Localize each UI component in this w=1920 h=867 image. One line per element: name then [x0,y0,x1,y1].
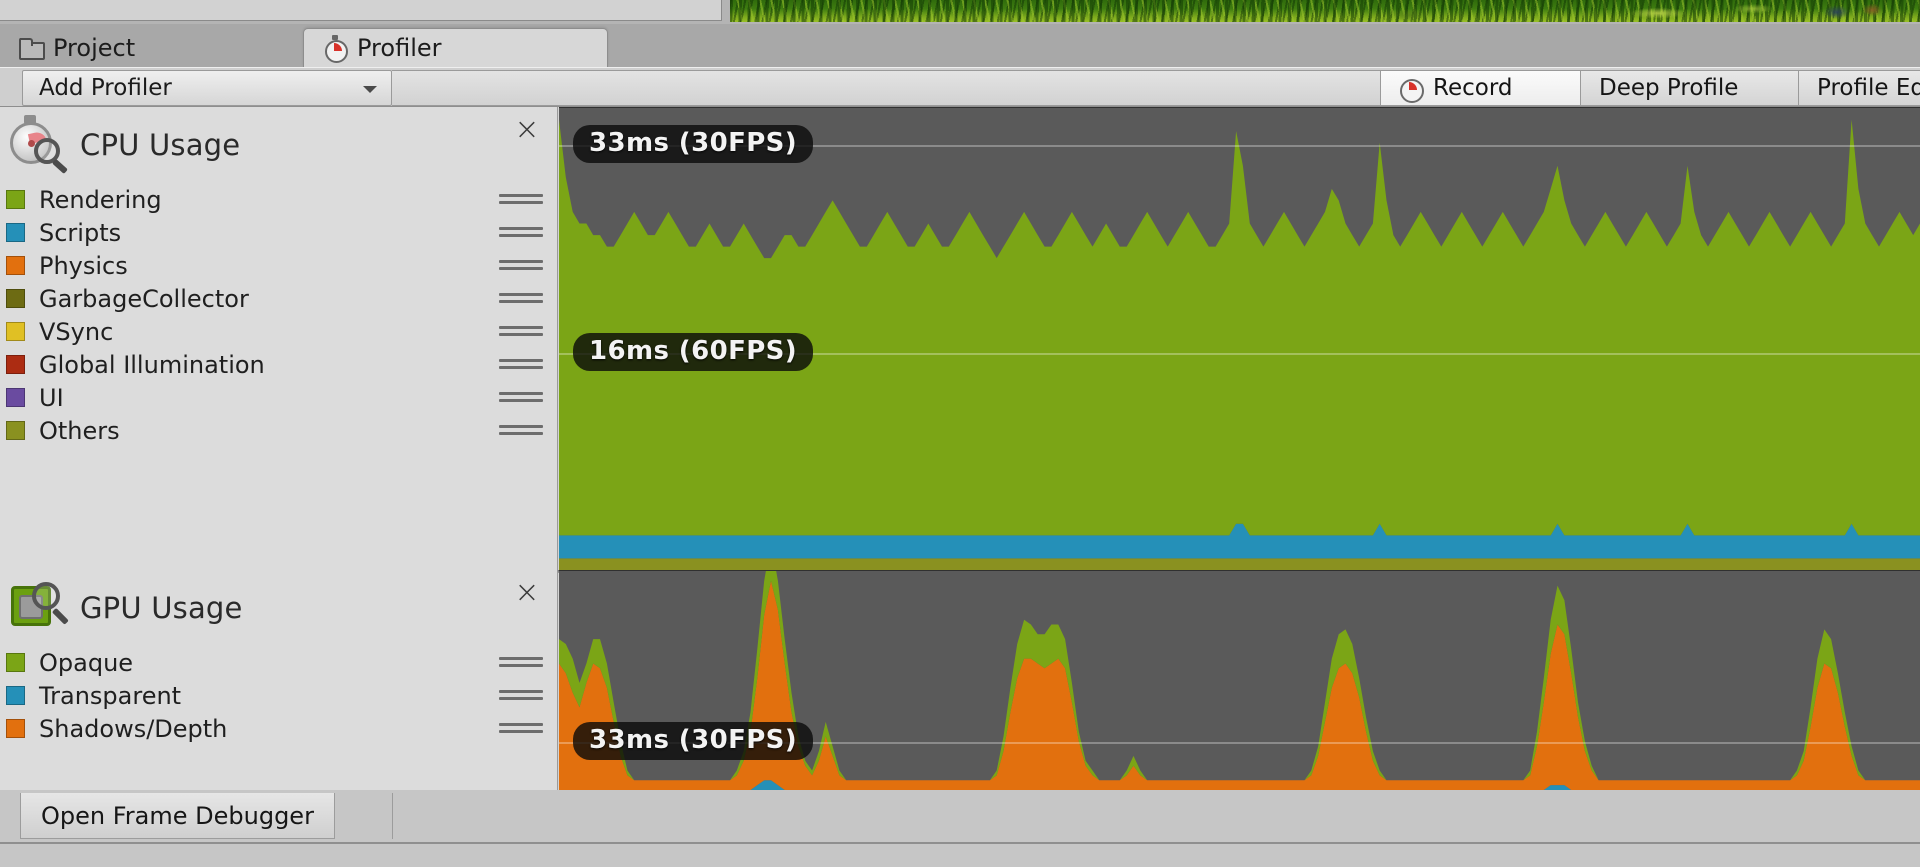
gridline-label: 33ms (30FPS) [573,124,814,163]
tab-profiler[interactable]: Profiler [303,28,608,67]
gpu-series-label: Shadows/Depth [39,714,228,743]
panel-gpu-usage: GPU Usage × Opaque Transparent Shadows/Dep… [0,570,1920,790]
open-frame-debugger-button[interactable]: Open Frame Debugger [20,793,335,839]
gpu-legend-header: GPU Usage × [0,570,557,646]
game-view-strip [730,0,1920,22]
top-strip [0,0,1920,24]
cpu-series-row[interactable]: Physics [0,249,557,282]
add-profiler-dropdown[interactable]: Add Profiler [22,70,392,106]
cpu-series-row[interactable]: Rendering [0,183,557,216]
open-frame-debugger-label: Open Frame Debugger [41,801,314,830]
cpu-series-label: UI [39,383,64,412]
gpu-legend: GPU Usage × Opaque Transparent Shadows/Dep… [0,570,558,790]
tab-profiler-label: Profiler [357,34,442,62]
cpu-series-row[interactable]: Others [0,414,557,447]
cpu-series-row[interactable]: VSync [0,315,557,348]
drag-handle-icon[interactable] [499,260,543,272]
cpu-series-label: Global Illumination [39,350,265,379]
color-swatch-icon [6,421,25,440]
gridline-label: 16ms (60FPS) [573,332,814,371]
color-swatch-icon [6,190,25,209]
color-swatch-icon [6,355,25,374]
cpu-usage-chart[interactable]: 33ms (30FPS) 16ms (60FPS) [559,107,1920,570]
color-swatch-icon [6,719,25,738]
panel-cpu-usage: CPU Usage × Rendering Scripts Physics Garba… [0,107,1920,570]
tab-bar: Project Profiler [0,24,1920,67]
record-icon [1399,76,1424,103]
cpu-legend: CPU Usage × Rendering Scripts Physics Garba… [0,107,558,570]
drag-handle-icon[interactable] [499,723,543,735]
drag-handle-icon[interactable] [499,657,543,669]
profile-editor-label: Profile Ed [1817,75,1920,101]
cpu-series-row[interactable]: GarbageCollector [0,282,557,315]
cpu-panel-title: CPU Usage [80,128,241,162]
color-swatch-icon [6,653,25,672]
cpu-legend-header: CPU Usage × [0,107,557,183]
drag-handle-icon[interactable] [499,227,543,239]
cpu-series-row[interactable]: UI [0,381,557,414]
color-swatch-icon [6,686,25,705]
drag-handle-icon[interactable] [499,326,543,338]
gpu-series-row[interactable]: Shadows/Depth [0,712,557,745]
series-area-others [559,558,1920,570]
color-swatch-icon [6,223,25,242]
chip-magnifier-icon [8,577,70,639]
drag-handle-icon[interactable] [499,194,543,206]
bottom-separator [392,793,393,839]
cpu-series-label: VSync [39,317,114,346]
color-swatch-icon [6,256,25,275]
add-profiler-label: Add Profiler [39,75,172,101]
stopwatch-magnifier-icon [8,114,70,176]
deep-profile-label: Deep Profile [1599,75,1739,101]
cpu-series-label: Others [39,416,120,445]
cpu-series-row[interactable]: Global Illumination [0,348,557,381]
drag-handle-icon[interactable] [499,392,543,404]
gpu-series-list: Opaque Transparent Shadows/Depth [0,646,557,745]
cpu-series-row[interactable]: Scripts [0,216,557,249]
gpu-series-label: Transparent [39,681,182,710]
color-swatch-icon [6,289,25,308]
drag-handle-icon[interactable] [499,359,543,371]
folder-icon [18,35,45,61]
color-swatch-icon [6,322,25,341]
unity-profiler-window: Project Profiler Add Profiler Record Dee… [0,0,1920,867]
tab-project[interactable]: Project [0,28,300,67]
record-label: Record [1433,75,1513,101]
chevron-down-icon [363,86,377,93]
profiler-panels: CPU Usage × Rendering Scripts Physics Garba… [0,107,1920,790]
deep-profile-button[interactable]: Deep Profile [1581,70,1799,106]
drag-handle-icon[interactable] [499,425,543,437]
profiler-toolbar: Add Profiler Record Deep Profile Profile… [0,67,1920,107]
cpu-close-icon[interactable]: × [513,115,541,145]
stopwatch-icon [322,35,348,63]
gpu-series-row[interactable]: Transparent [0,679,557,712]
cpu-series-label: GarbageCollector [39,284,249,313]
profile-editor-button[interactable]: Profile Ed [1799,70,1920,106]
tab-project-label: Project [53,33,136,62]
cpu-series-label: Scripts [39,218,122,247]
color-swatch-icon [6,388,25,407]
record-button[interactable]: Record [1381,70,1581,106]
top-left-panel-edge [0,0,722,21]
cpu-series-label: Physics [39,251,128,280]
bottom-rule [0,842,1920,844]
cpu-series-label: Rendering [39,185,162,214]
cpu-series-list: Rendering Scripts Physics GarbageCollector V… [0,183,557,447]
gridline-label: 33ms (30FPS) [573,721,814,760]
gpu-close-icon[interactable]: × [513,578,541,608]
gpu-series-row[interactable]: Opaque [0,646,557,679]
gpu-usage-chart[interactable]: 33ms (30FPS) [559,570,1920,790]
bottom-bar: Open Frame Debugger [0,790,1920,867]
gpu-panel-title: GPU Usage [80,591,243,625]
drag-handle-icon[interactable] [499,293,543,305]
gpu-series-label: Opaque [39,648,134,677]
drag-handle-icon[interactable] [499,690,543,702]
series-area-rendering [559,119,1920,536]
toolbar-filler [392,70,1381,106]
